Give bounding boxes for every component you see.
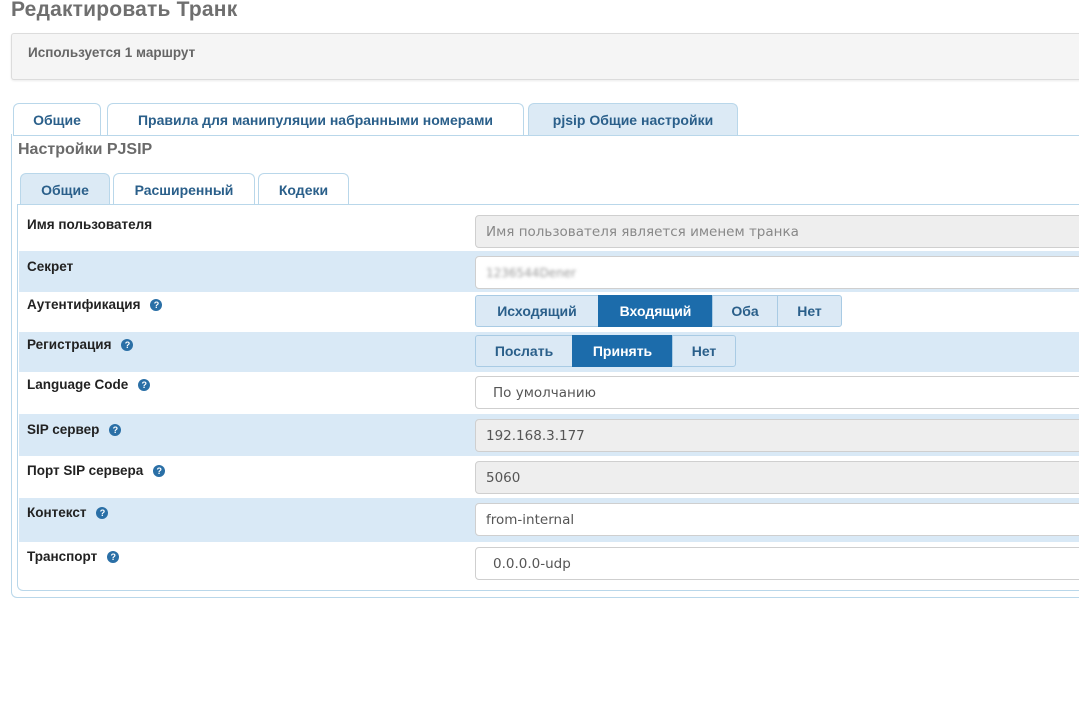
- auth-outgoing-button[interactable]: Исходящий: [475, 295, 599, 327]
- tab-general[interactable]: Общие: [13, 103, 101, 136]
- username-field[interactable]: Имя пользователя является именем транка: [475, 215, 1079, 248]
- registration-accept-button[interactable]: Принять: [572, 335, 673, 367]
- registration-toggle: Послать Принять Нет: [475, 335, 736, 367]
- help-icon[interactable]: ?: [150, 298, 163, 311]
- help-icon[interactable]: ?: [121, 338, 134, 351]
- help-icon[interactable]: ?: [96, 506, 109, 519]
- language-select[interactable]: По умолчанию: [475, 376, 1079, 409]
- help-icon[interactable]: ?: [153, 464, 166, 477]
- transport-label: Транспорт ?: [27, 549, 120, 564]
- inner-tab-general[interactable]: Общие: [20, 173, 110, 205]
- transport-select[interactable]: 0.0.0.0-udp: [475, 547, 1079, 580]
- inner-tab-advanced[interactable]: Расширенный: [113, 173, 255, 205]
- help-icon[interactable]: ?: [107, 550, 120, 563]
- auth-label: Аутентификация ?: [27, 297, 163, 312]
- tab-dial-rules[interactable]: Правила для манипуляции набранными номер…: [107, 103, 524, 136]
- sip-server-field[interactable]: 192.168.3.177: [475, 419, 1079, 452]
- auth-both-button[interactable]: Оба: [712, 295, 778, 327]
- sip-port-field[interactable]: 5060: [475, 461, 1079, 494]
- auth-toggle: Исходящий Входящий Оба Нет: [475, 295, 842, 327]
- routes-notice-text: Используется 1 маршрут: [28, 45, 196, 60]
- auth-incoming-button[interactable]: Входящий: [598, 295, 713, 327]
- secret-label: Секрет: [27, 259, 74, 274]
- routes-notice: Используется 1 маршрут: [11, 33, 1079, 80]
- inner-tab-codecs[interactable]: Кодеки: [258, 173, 349, 205]
- context-field[interactable]: from-internal: [475, 503, 1079, 536]
- sip-port-label: Порт SIP сервера ?: [27, 463, 166, 478]
- registration-none-button[interactable]: Нет: [672, 335, 736, 367]
- help-icon[interactable]: ?: [138, 378, 151, 391]
- username-label: Имя пользователя: [27, 217, 153, 232]
- help-icon[interactable]: ?: [109, 423, 122, 436]
- language-label: Language Code ?: [27, 377, 151, 392]
- registration-label: Регистрация ?: [27, 337, 134, 352]
- page-title: Редактировать Транк: [11, 0, 238, 21]
- registration-send-button[interactable]: Послать: [475, 335, 573, 367]
- sip-server-label: SIP сервер ?: [27, 422, 122, 437]
- context-label: Контекст ?: [27, 505, 109, 520]
- section-title: Настройки PJSIP: [18, 141, 153, 158]
- tab-pjsip-settings[interactable]: pjsip Общие настройки: [528, 103, 738, 136]
- auth-none-button[interactable]: Нет: [777, 295, 842, 327]
- secret-field[interactable]: 1236544Dener: [475, 256, 1079, 289]
